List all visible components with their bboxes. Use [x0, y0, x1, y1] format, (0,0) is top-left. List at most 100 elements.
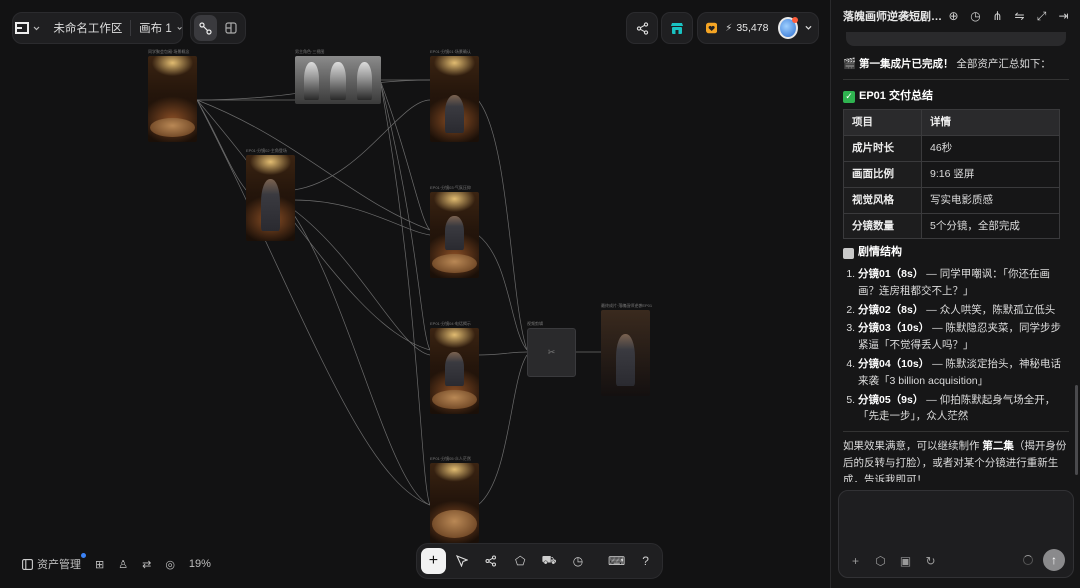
- node-scene-concept[interactable]: 同学聚会包厢·场景概念: [148, 49, 197, 142]
- image-thumbnail: [430, 463, 479, 543]
- section-heading: ✓ EP01 交付总结: [843, 88, 1069, 106]
- canvas-toolbar: + ⬠ ⛟ ◷ ⌨ ?: [416, 543, 663, 579]
- chat-panel: 落魄画师逆袭短剧… ⊕ ◷ ⋔ ⇋ ⤢ ⇥ 🎬 第一集成片已完成！ 全部资产汇总…: [830, 0, 1080, 588]
- shot-title: 分镜05（9s）: [858, 393, 924, 406]
- node-shot-01[interactable]: EP01·分镜01·场景确认: [430, 49, 479, 142]
- image-icon[interactable]: ▣: [899, 554, 912, 568]
- outro-bold: 第二集: [982, 440, 1014, 453]
- keyboard-button[interactable]: ⌨: [604, 548, 629, 574]
- edge: [196, 99, 431, 351]
- chat-input[interactable]: [847, 499, 1065, 539]
- user-icon[interactable]: ♙: [118, 558, 128, 571]
- image-thumbnail: [430, 328, 479, 414]
- node-label: EP01·分镜02·主角登场: [246, 148, 287, 153]
- select-tool[interactable]: [450, 548, 475, 574]
- sidebar-icon: [22, 558, 33, 570]
- panel-title[interactable]: 落魄画师逆袭短剧…: [843, 8, 947, 24]
- divider: [130, 20, 132, 36]
- plus-icon[interactable]: +: [849, 554, 862, 568]
- notification-dot: [81, 553, 86, 558]
- bottom-left-bar: 资产管理 ⊞ ♙ ⇄ ◎ 19%: [22, 553, 211, 572]
- graph-view-button[interactable]: [194, 15, 217, 41]
- fingerprint-icon[interactable]: ◎: [165, 558, 175, 571]
- connect-tool[interactable]: [479, 548, 504, 574]
- canvas-selector[interactable]: 画布 1: [139, 20, 172, 36]
- node-video-edit[interactable]: ✂: [527, 328, 576, 377]
- node-label: 最终成片·落魄画师逆袭EP01: [601, 303, 653, 308]
- list-item: 分镜05（9s） — 仰拍陈默起身气场全开，「先走一步」，众人茫然: [858, 392, 1069, 426]
- node-shot-04[interactable]: EP01·分镜04·电话揭示: [430, 321, 479, 414]
- chevron-down-icon: [33, 26, 40, 30]
- plot-heading: 剧情结构: [858, 246, 902, 259]
- share-button[interactable]: [626, 12, 658, 44]
- node-final-video[interactable]: 最终成片·落魄画师逆袭EP01: [601, 303, 652, 396]
- edge: [379, 79, 431, 231]
- share-icon[interactable]: ⋔: [991, 9, 1004, 23]
- edge: [477, 354, 528, 506]
- collapse-panel-icon[interactable]: ⇥: [1057, 9, 1070, 23]
- workspace-name[interactable]: 未命名工作区: [53, 20, 122, 36]
- cube-icon[interactable]: ⬡: [874, 554, 887, 568]
- edge: [477, 351, 528, 356]
- table-row: 画面比例 9:16 竖屏: [843, 160, 1060, 188]
- shapes-tool[interactable]: ⬠: [508, 548, 533, 574]
- intro-bold: 第一集成片已完成！: [859, 58, 954, 70]
- node-label: 同学聚会包厢·场景概念: [148, 49, 190, 54]
- edge: [293, 199, 431, 236]
- row-value: 写实电影质感: [921, 186, 1060, 214]
- car-icon: ⛟: [541, 553, 557, 567]
- assets-label: 资产管理: [37, 559, 81, 571]
- refresh-icon[interactable]: ↻: [924, 554, 937, 568]
- settings-icon[interactable]: ⇋: [1013, 9, 1026, 23]
- history-tool[interactable]: ◷: [566, 548, 591, 574]
- shot-title: 分镜02（8s）: [858, 303, 924, 316]
- node-shot-05[interactable]: EP01·分镜05·众人茫然: [430, 456, 479, 543]
- arrow-up-icon: ↑: [1051, 553, 1057, 567]
- row-key: 视觉风格: [843, 186, 922, 214]
- avatar[interactable]: [778, 17, 799, 39]
- view-toggle: [190, 12, 246, 44]
- chevron-down-icon[interactable]: [177, 26, 182, 31]
- shot-title: 分镜04（10s）: [858, 357, 930, 370]
- shapes-icon: ⬠: [514, 554, 526, 568]
- store-icon: [671, 22, 683, 34]
- bolt-icon: ⚡: [725, 22, 733, 34]
- table-header-row: 项目 详情: [843, 109, 1060, 137]
- vehicle-tool[interactable]: ⛟: [537, 548, 562, 574]
- check-icon: ✓: [843, 90, 855, 103]
- grid-icon[interactable]: ⊞: [95, 558, 104, 571]
- table-row: 视觉风格 写实电影质感: [843, 186, 1060, 214]
- zoom-level[interactable]: 19%: [189, 558, 211, 570]
- notification-dot: [792, 17, 799, 23]
- help-button[interactable]: ?: [633, 548, 658, 574]
- new-chat-icon[interactable]: ⊕: [947, 9, 960, 23]
- history-icon[interactable]: ◷: [969, 9, 982, 23]
- assets-button[interactable]: 资产管理: [22, 553, 86, 572]
- scrollbar[interactable]: [1075, 385, 1078, 475]
- grid-view-button[interactable]: [219, 15, 242, 41]
- clock-icon: ◷: [572, 554, 584, 568]
- chat-messages[interactable]: 🎬 第一集成片已完成！ 全部资产汇总如下： ✓ EP01 交付总结 项目 详情 …: [843, 32, 1069, 482]
- send-button[interactable]: ↑: [1043, 549, 1065, 571]
- outro-part: 如果效果满意，可以继续制作: [843, 440, 983, 453]
- shot-list: 分镜01（8s） — 同学甲嘲讽：「你还在画画？连房租都交不上？」 分镜02（8…: [843, 266, 1069, 425]
- workspace-switcher[interactable]: [13, 13, 41, 43]
- panel-header: 落魄画师逆袭短剧… ⊕ ◷ ⋔ ⇋ ⤢ ⇥: [831, 0, 1080, 32]
- store-button[interactable]: [661, 12, 693, 44]
- add-node-button[interactable]: +: [421, 548, 446, 574]
- edge: [477, 234, 528, 351]
- node-character-sheet[interactable]: 男主角色·三视图: [295, 49, 381, 104]
- expand-icon[interactable]: ⤢: [1035, 9, 1048, 23]
- scissors-icon: ✂: [547, 347, 556, 357]
- node-label: EP01·分镜04·电话揭示: [430, 321, 471, 326]
- swap-icon[interactable]: ⇄: [142, 558, 151, 571]
- credits-pill[interactable]: ⚡ 35,478: [697, 12, 819, 44]
- nodes-icon: [199, 21, 212, 35]
- node-shot-02[interactable]: EP01·分镜02·主角登场: [246, 148, 295, 241]
- chevron-down-icon[interactable]: [805, 25, 812, 31]
- edge: [196, 99, 247, 191]
- list-item: 分镜04（10s） — 陈默淡定抬头，神秘电话来袭「3 billion acqu…: [858, 356, 1069, 390]
- canvas[interactable]: 同学聚会包厢·场景概念 男主角色·三视图 EP01·分镜01·场景确认 EP01…: [0, 0, 830, 588]
- cursor-icon: [456, 555, 469, 567]
- node-shot-03[interactable]: EP01·分镜03·气氛压抑: [430, 185, 479, 278]
